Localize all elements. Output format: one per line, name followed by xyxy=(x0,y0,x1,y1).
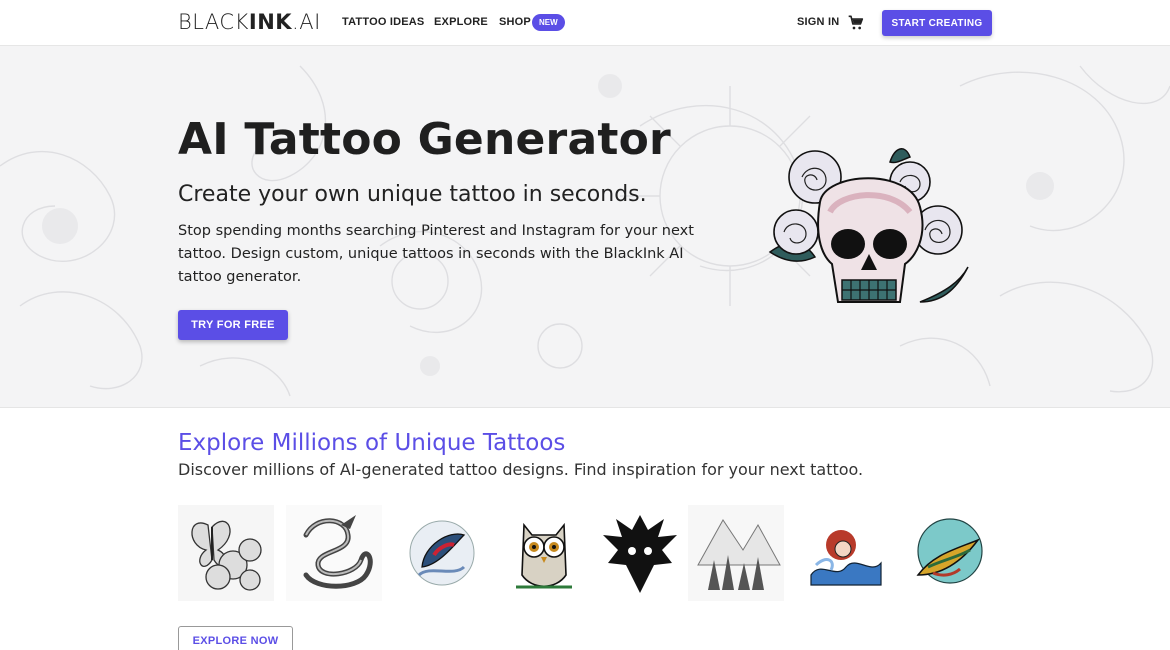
logo[interactable]: BLACKINK.AI xyxy=(178,10,321,34)
eagle-head-tattoo-thumbnail[interactable] xyxy=(592,505,688,601)
start-creating-button[interactable]: START CREATING xyxy=(882,10,992,36)
explore-section-subtitle: Discover millions of AI-generated tattoo… xyxy=(178,460,864,479)
nav-link-explore[interactable]: EXPLORE xyxy=(434,16,488,28)
skull-roses-tattoo-image xyxy=(768,148,969,303)
hero-subtitle: Create your own unique tattoo in seconds… xyxy=(178,182,647,207)
butterfly-roses-tattoo-thumbnail[interactable] xyxy=(178,505,274,601)
mermaid-waves-tattoo-thumbnail[interactable] xyxy=(796,505,892,601)
hero-description: Stop spending months searching Pinterest… xyxy=(178,223,694,285)
shopping-cart-icon[interactable] xyxy=(848,15,864,31)
top-nav: BLACKINK.AI TATTOO IDEAS EXPLORE SHOP NE… xyxy=(0,0,1170,46)
explore-section-title: Explore Millions of Unique Tattoos xyxy=(178,430,566,456)
forest-mountains-tattoo-thumbnail[interactable] xyxy=(688,505,784,601)
try-for-free-button[interactable]: TRY FOR FREE xyxy=(178,310,288,340)
nav-link-shop[interactable]: SHOP xyxy=(499,16,531,28)
page-title: AI Tattoo Generator xyxy=(178,114,671,165)
sign-in-link[interactable]: SIGN IN xyxy=(797,16,839,28)
koi-fish-tattoo-thumbnail[interactable] xyxy=(394,505,490,601)
dragon-tattoo-thumbnail[interactable] xyxy=(286,505,382,601)
tattoo-thumbnail-row xyxy=(178,505,998,605)
hero-section: AI Tattoo Generator Create your own uniq… xyxy=(0,46,1170,408)
nav-link-tattoo-ideas[interactable]: TATTOO IDEAS xyxy=(342,16,424,28)
owl-tattoo-thumbnail[interactable] xyxy=(496,505,592,601)
explore-now-button[interactable]: EXPLORE NOW xyxy=(178,626,293,650)
new-badge: NEW xyxy=(532,14,565,31)
hummingbird-tattoo-thumbnail[interactable] xyxy=(898,505,994,601)
